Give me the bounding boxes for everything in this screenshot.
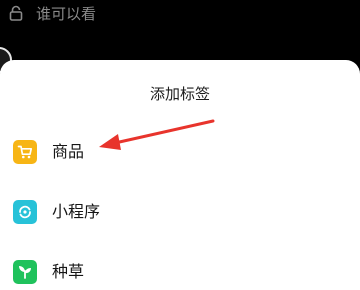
annotation-arrow [99,119,215,150]
screen: 谁可以看 添加标签 商品 小程序 种草 [0,0,360,290]
